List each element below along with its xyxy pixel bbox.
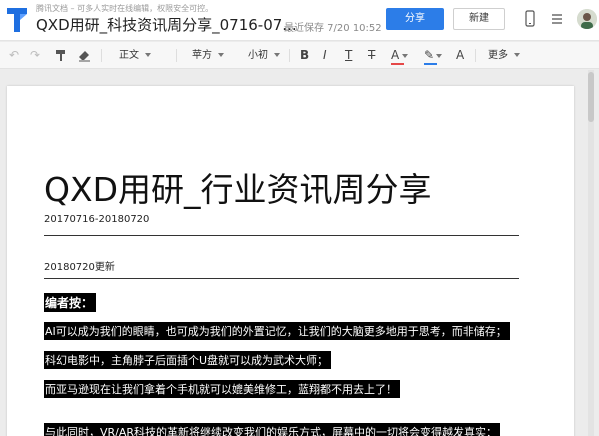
paragraph-style-select[interactable]: 正文: [119, 42, 151, 69]
format-painter-icon[interactable]: [55, 49, 67, 62]
vertical-scrollbar[interactable]: [588, 70, 594, 436]
highlight-button[interactable]: ✎: [424, 42, 446, 69]
clear-format-icon[interactable]: [78, 49, 91, 62]
strikethrough-button[interactable]: T: [368, 42, 375, 69]
update-date-text[interactable]: 20180720更新: [44, 258, 115, 273]
save-status: 最近保存 7/20 10:52: [284, 23, 382, 34]
paragraph[interactable]: 而亚马逊现在让我们拿着个手机就可以媲美维修工，蓝翔都不用去上了！: [44, 380, 400, 398]
toolbar-divider: [289, 49, 290, 62]
underline-button[interactable]: T: [345, 42, 352, 69]
toolbar-divider: [101, 49, 102, 62]
share-button[interactable]: 分享: [386, 8, 444, 30]
mobile-preview-icon[interactable]: [523, 10, 537, 28]
more-label: 更多: [488, 50, 508, 61]
tencent-docs-logo-icon[interactable]: [5, 6, 29, 34]
chevron-down-icon: [514, 53, 520, 57]
undo-icon[interactable]: ↶: [9, 42, 19, 69]
paragraph-style-label: 正文: [119, 50, 139, 61]
menu-icon[interactable]: [550, 10, 564, 28]
paragraph[interactable]: 与此同时，VR/AR科技的革新将继续改变我们的娱乐方式，屏幕中的一切将会变得越发…: [44, 423, 501, 436]
text-style-icon: A: [456, 48, 465, 62]
chevron-down-icon: [274, 53, 280, 57]
bold-button[interactable]: B: [300, 42, 309, 69]
font-family-label: 苹方: [192, 50, 212, 61]
highlight-color-swatch: [424, 63, 437, 65]
chevron-down-icon: [145, 53, 151, 57]
toolbar-divider: [475, 49, 476, 62]
chevron-down-icon: [218, 53, 224, 57]
highlight-icon: ✎: [424, 48, 435, 62]
new-document-button[interactable]: 新建: [453, 8, 505, 30]
horizontal-rule: [44, 278, 519, 279]
paragraph[interactable]: 科幻电影中，主角脖子后面插个U盘就可以成为武术大师；: [44, 351, 332, 369]
document-heading[interactable]: QXD用研_行业资讯周分享: [44, 163, 432, 211]
font-color-swatch: [391, 63, 404, 65]
scrollbar-thumb[interactable]: [588, 72, 594, 122]
document-title[interactable]: QXD用研_科技资讯周分享_0716-07...: [36, 14, 297, 35]
editor-note-heading[interactable]: 编者按：: [44, 293, 97, 312]
date-range-text[interactable]: 20170716-20180720: [44, 214, 149, 225]
redo-icon[interactable]: ↷: [30, 42, 40, 69]
font-family-select[interactable]: 苹方: [192, 42, 224, 69]
clear-style-button[interactable]: A: [456, 42, 464, 69]
chevron-down-icon: [402, 53, 409, 58]
app-header: 腾讯文档 – 可多人实时在线编辑，权限安全可控。 QXD用研_科技资讯周分享_0…: [0, 0, 599, 41]
font-size-label: 小初: [248, 50, 268, 61]
chevron-down-icon: [436, 53, 443, 58]
font-size-select[interactable]: 小初: [248, 42, 280, 69]
italic-button[interactable]: I: [323, 42, 327, 69]
paragraph[interactable]: AI可以成为我们的眼睛，也可成为我们的外置记忆，让我们的大脑更多地用于思考，而非…: [44, 322, 510, 340]
product-tagline: 腾讯文档 – 可多人实时在线编辑，权限安全可控。: [36, 4, 214, 13]
toolbar-divider: [176, 49, 177, 62]
font-color-icon: A: [391, 48, 400, 62]
more-menu[interactable]: 更多: [488, 42, 520, 69]
font-color-button[interactable]: A: [391, 42, 413, 69]
horizontal-rule: [44, 235, 519, 236]
user-avatar[interactable]: [577, 9, 597, 29]
formatting-toolbar: ↶ ↷ 正文 苹方 小初 B I T T A ✎ A 更多: [0, 42, 599, 69]
